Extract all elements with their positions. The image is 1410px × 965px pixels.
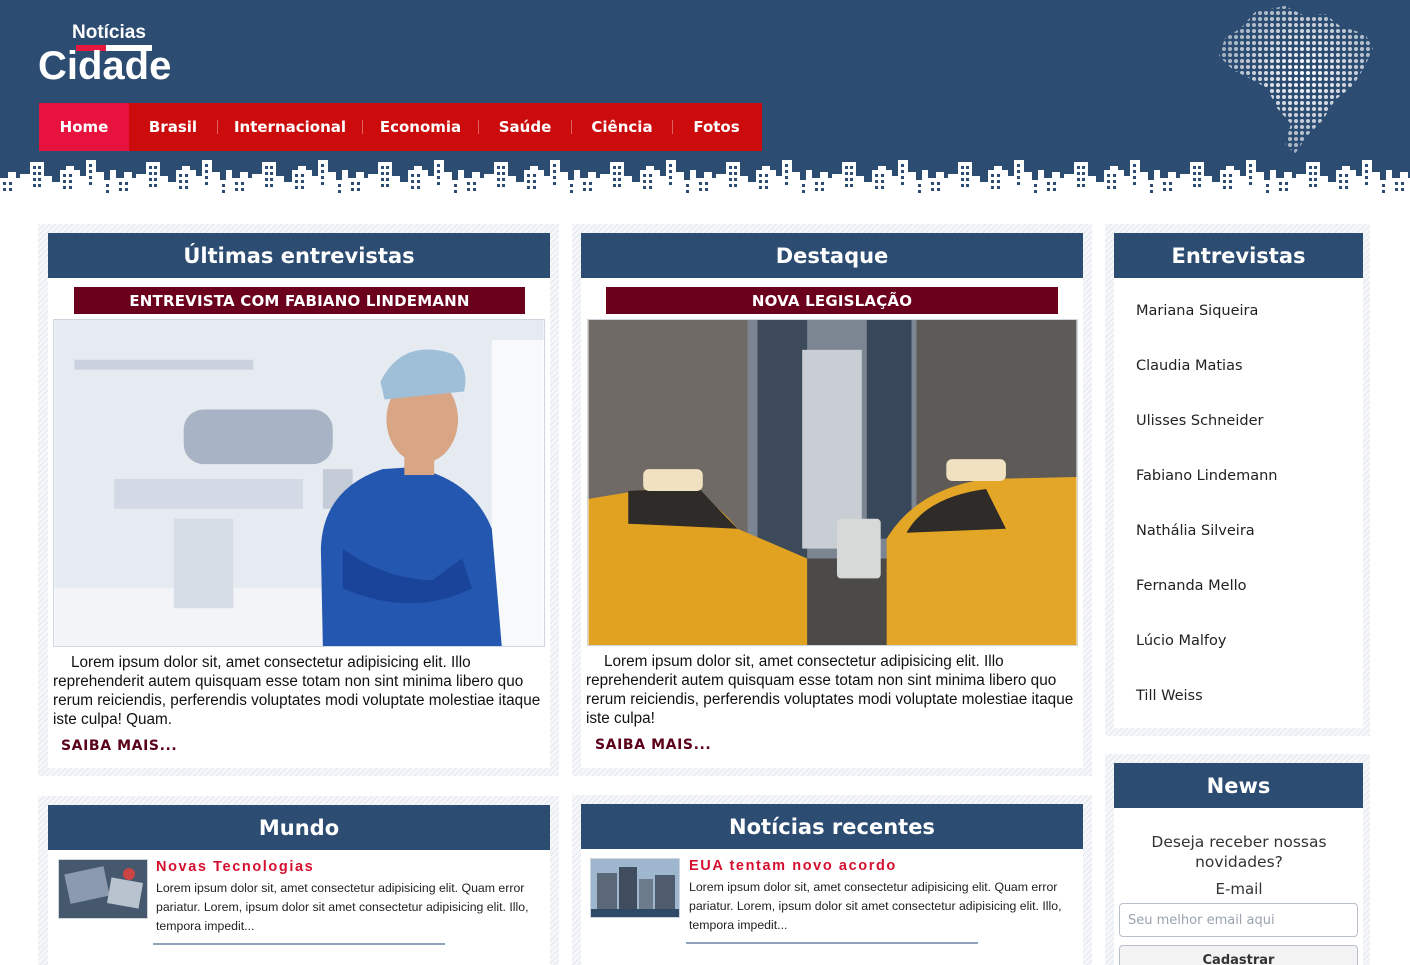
sidebar-item[interactable]: Nathália Silveira <box>1136 503 1356 558</box>
sidebar-item[interactable]: Fabiano Lindemann <box>1136 448 1356 503</box>
logo-small-text: Notícias <box>72 22 146 43</box>
email-label: E-mail <box>1215 880 1263 898</box>
featured-subtitle[interactable]: NOVA LEGISLAÇÃO <box>606 287 1058 314</box>
sidebar-item[interactable]: Fernanda Mello <box>1136 558 1356 613</box>
interview-read-more-link[interactable]: SAIBA MAIS... <box>61 738 177 754</box>
featured-title: Destaque <box>581 233 1083 278</box>
nav-home[interactable]: Home <box>39 103 129 151</box>
world-panel: Mundo Novas Tecnologias Lorem ipsum dolo… <box>38 796 559 965</box>
taxi-street-image[interactable] <box>587 319 1078 646</box>
world-news-text: Lorem ipsum dolor sit, amet consectetur … <box>156 881 529 933</box>
sidebar-item[interactable]: Lúcio Malfoy <box>1136 613 1356 668</box>
recent-news-text: Lorem ipsum dolor sit, amet consectetur … <box>689 880 1062 932</box>
interview-subtitle[interactable]: ENTREVISTA COM FABIANO LINDEMANN <box>74 287 525 314</box>
interview-text: Lorem ipsum dolor sit, amet consectetur … <box>53 654 541 728</box>
sidebar-item[interactable]: Till Weiss <box>1136 668 1356 723</box>
site-header: Notícias Cidade Home Brasil Internaciona… <box>0 0 1410 210</box>
interviews-title: Últimas entrevistas <box>48 233 550 278</box>
nav-brasil[interactable]: Brasil <box>129 103 217 151</box>
nav-fotos[interactable]: Fotos <box>673 103 760 151</box>
subscribe-button[interactable]: Cadastrar <box>1119 945 1358 965</box>
brazil-map-icon <box>1219 6 1373 154</box>
logo-big-text: Cidade <box>38 44 172 88</box>
nav-saude[interactable]: Saúde <box>479 103 571 151</box>
featured-read-more-link[interactable]: SAIBA MAIS... <box>595 737 711 753</box>
city-skyline-decoration <box>0 152 1410 210</box>
recent-news-title: Notícias recentes <box>581 804 1083 849</box>
interviews-sidebar: Entrevistas Mariana Siqueira Claudia Mat… <box>1105 224 1370 736</box>
newsletter-prompt: Deseja receber nossas novidades? <box>1151 833 1327 871</box>
news-thumbnail[interactable] <box>58 859 148 919</box>
main-nav: Home Brasil Internacional Economia Saúde… <box>39 103 762 151</box>
news-divider <box>153 943 445 945</box>
world-title: Mundo <box>48 805 550 850</box>
site-logo[interactable]: Notícias Cidade <box>38 20 188 95</box>
world-news-title[interactable]: Novas Tecnologias <box>156 859 314 875</box>
nav-ciencia[interactable]: Ciência <box>572 103 672 151</box>
recent-news-item-title[interactable]: EUA tentam novo acordo <box>689 858 897 874</box>
sidebar-interview-list: Mariana Siqueira Claudia Matias Ulisses … <box>1136 283 1356 723</box>
featured-text: Lorem ipsum dolor sit, amet consectetur … <box>586 653 1074 727</box>
newsletter-title: News <box>1114 763 1363 808</box>
featured-panel: Destaque NOVA LEGISLAÇÃO Lorem ipsum dol… <box>572 224 1092 776</box>
sidebar-item[interactable]: Mariana Siqueira <box>1136 283 1356 338</box>
news-divider <box>686 942 978 944</box>
nav-economia[interactable]: Economia <box>363 103 478 151</box>
nav-internacional[interactable]: Internacional <box>218 103 362 151</box>
sidebar-title: Entrevistas <box>1114 233 1363 278</box>
doctor-image[interactable] <box>53 319 545 647</box>
email-input[interactable] <box>1119 903 1358 937</box>
interviews-panel: Últimas entrevistas ENTREVISTA COM FABIA… <box>38 224 559 776</box>
sidebar-item[interactable]: Claudia Matias <box>1136 338 1356 393</box>
news-thumbnail[interactable] <box>590 858 680 918</box>
newsletter-panel: News Deseja receber nossas novidades? E-… <box>1105 754 1370 965</box>
recent-news-panel: Notícias recentes EUA tentam novo acordo… <box>572 795 1092 965</box>
sidebar-item[interactable]: Ulisses Schneider <box>1136 393 1356 448</box>
